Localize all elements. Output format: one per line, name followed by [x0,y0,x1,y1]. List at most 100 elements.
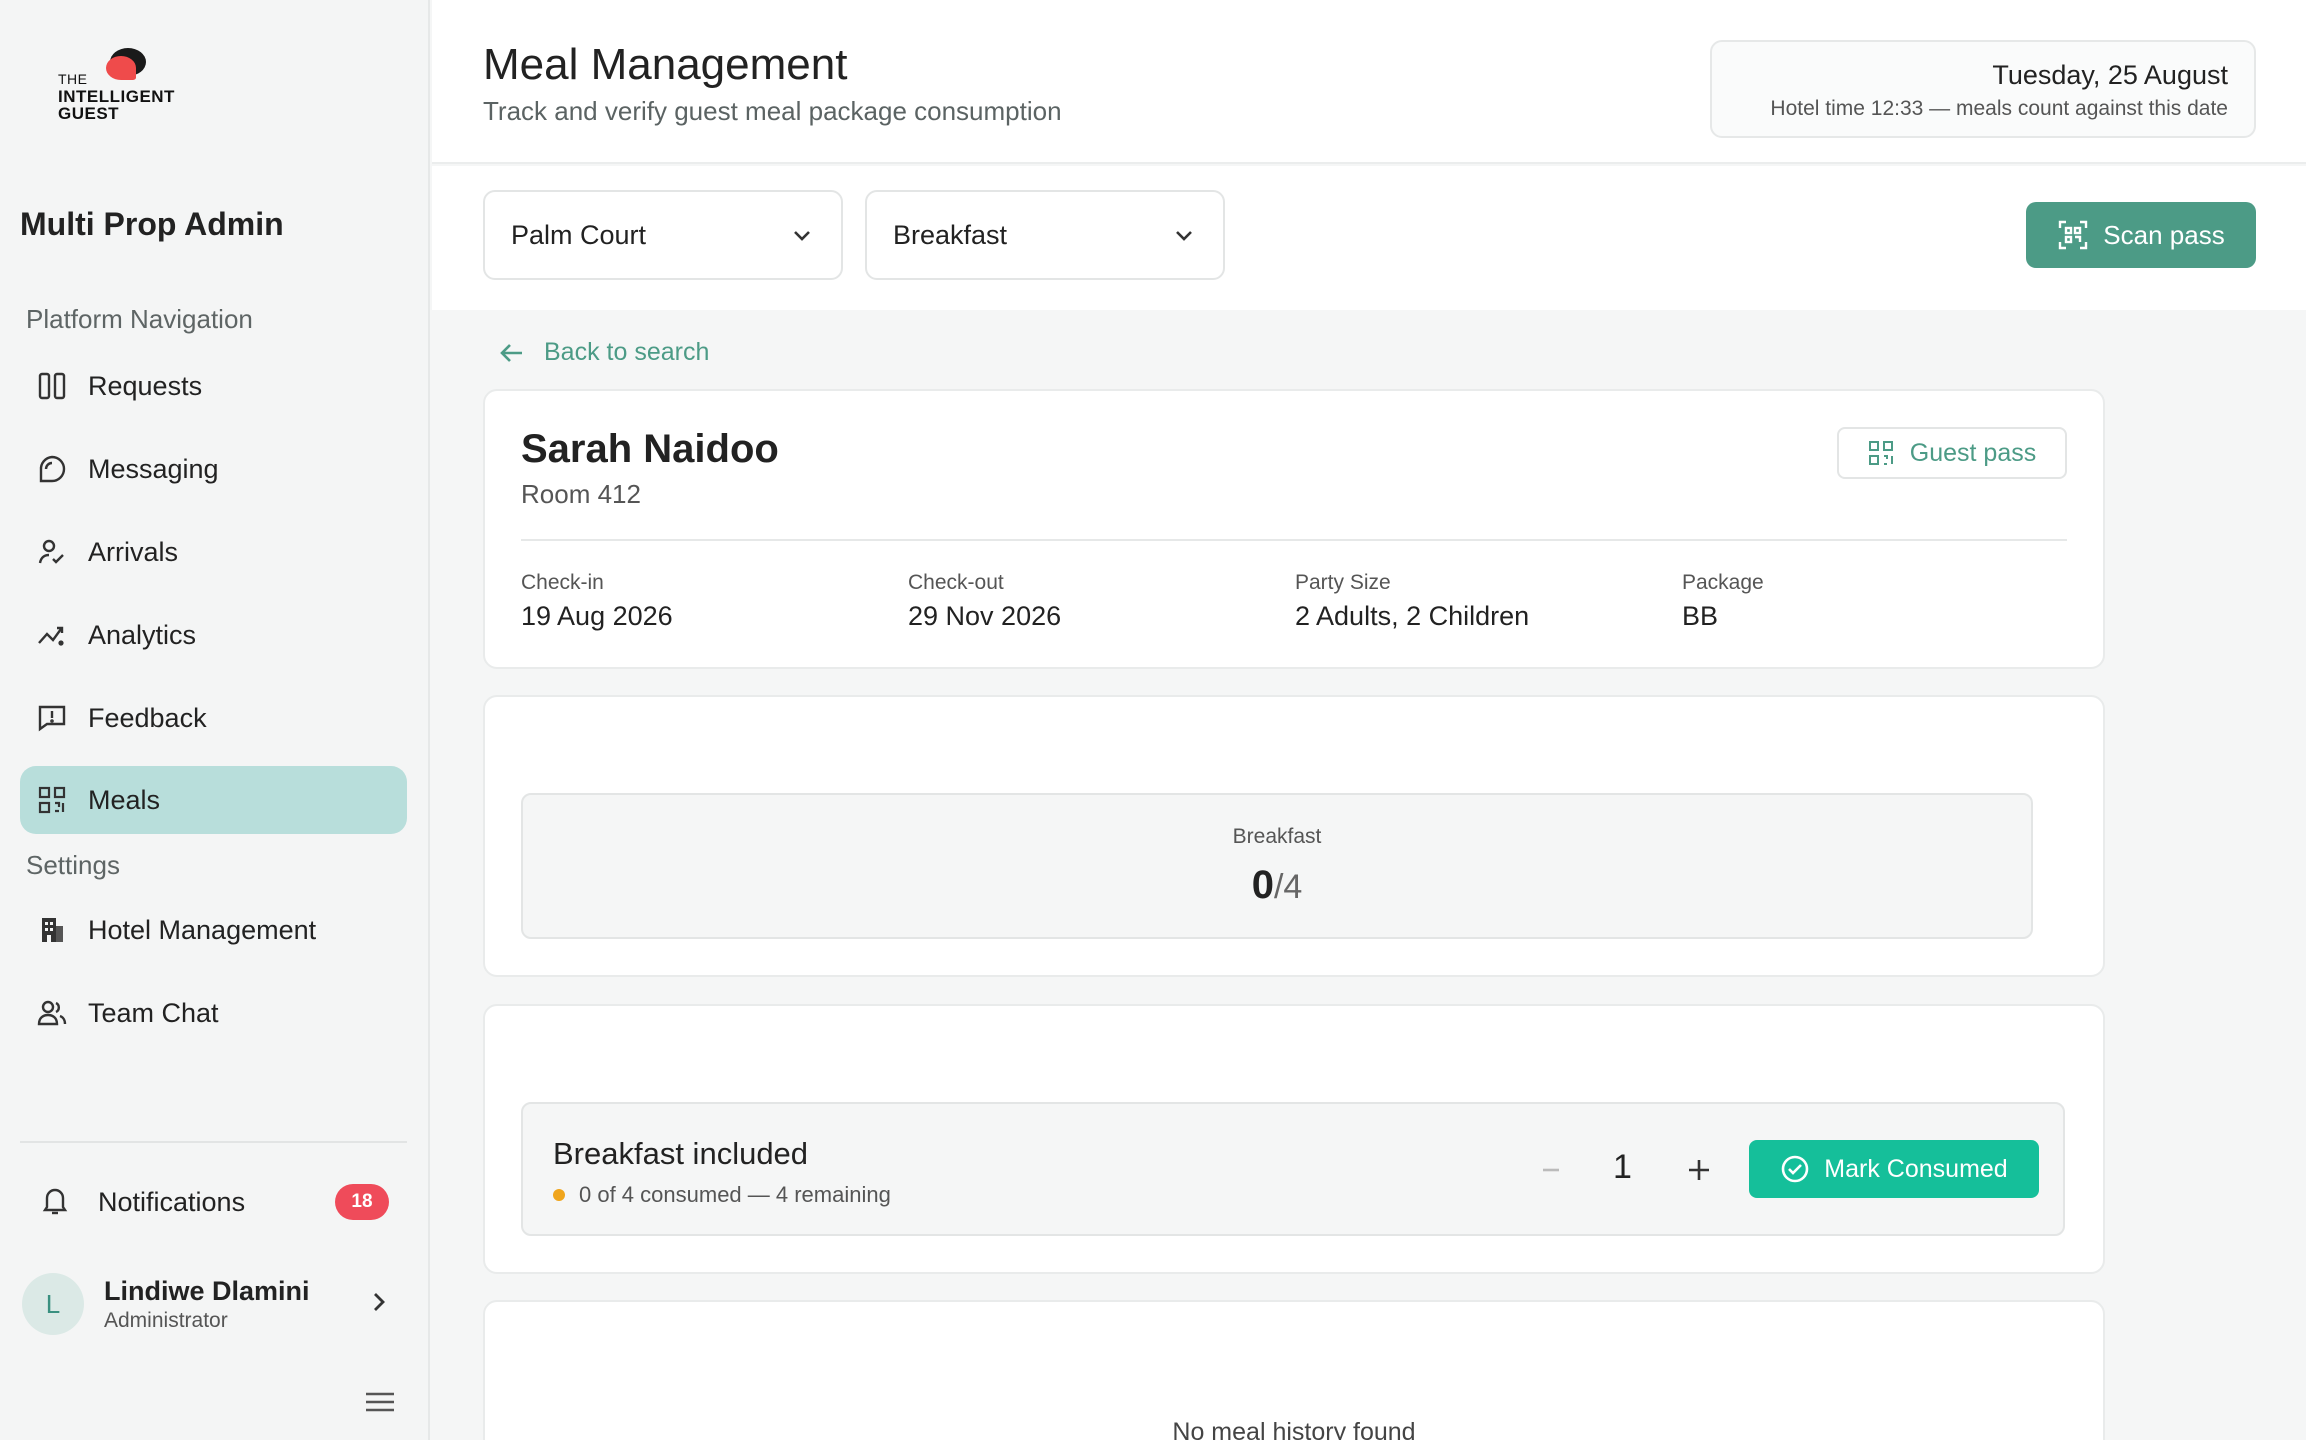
sidebar: THE INTELLIGENT GUEST Multi Prop Admin Pla… [0,0,430,1440]
sidebar-item-requests[interactable]: Requests [20,352,407,420]
guest-details-card: Sarah Naidoo Room 412 Guest pass Check-i… [483,389,2105,669]
notifications-count-badge: 18 [335,1184,389,1220]
party-size-label: Party Size [1295,571,1391,594]
sidebar-item-hotel-management[interactable]: Hotel Management [20,896,407,964]
checkout-label: Check-out [908,571,1004,594]
mark-consumed-button[interactable]: Mark Consumed [1749,1140,2039,1198]
party-size-value: 2 Adults, 2 Children [1295,601,1530,631]
avatar: L [22,1273,84,1335]
user-role: Administrator [104,1308,228,1332]
meal-entitlement-title: Breakfast included [553,1136,809,1171]
trend-line-icon [34,617,70,653]
package-info: Package BB [1682,571,1764,632]
checkout-info: Check-out 29 Nov 2026 [908,571,1061,632]
plus-icon [1689,1160,1709,1180]
sidebar-item-feedback[interactable]: Feedback [20,684,407,752]
hotel-time-note: Hotel time 12:33 — meals count against t… [1770,97,2228,120]
checkin-value: 19 Aug 2026 [521,601,673,631]
mark-consumed-label: Mark Consumed [1824,1154,2008,1183]
sidebar-item-label: Feedback [88,702,207,733]
stat-consumed: 0 [1251,863,1274,907]
stat-value: 0/4 [523,863,2031,908]
filter-bar: Palm Court Breakfast Scan pass [432,166,2306,310]
user-check-icon [34,534,70,570]
chat-bubble-icon [34,451,70,487]
card-divider [521,539,2067,541]
notifications-label: Notifications [98,1186,246,1217]
sidebar-item-label: Team Chat [88,997,219,1028]
empty-history-text: No meal history found [1172,1418,1416,1440]
checkin-info: Check-in 19 Aug 2026 [521,571,673,632]
checkin-label: Check-in [521,571,604,594]
sidebar-divider [20,1141,407,1143]
stat-total: /4 [1273,868,1303,906]
app-logo[interactable]: THE INTELLIGENT GUEST [58,48,198,124]
stat-label: Breakfast [1232,825,1322,848]
meal-entitlement-card: Breakfast included 0 of 4 consumed — 4 r… [483,1004,2105,1274]
package-label: Package [1682,571,1764,594]
qr-icon [34,782,70,818]
columns-icon [34,368,70,404]
org-title: Multi Prop Admin [20,206,284,242]
user-name: Lindiwe Dlamini [104,1275,310,1306]
page-header: Meal Management Track and verify guest m… [432,0,2306,164]
party-size-info: Party Size 2 Adults, 2 Children [1295,571,1529,632]
meal-history-card: No meal history found [483,1300,2105,1440]
meal-status-text: 0 of 4 consumed — 4 remaining [579,1182,891,1207]
guest-room: Room 412 [521,479,641,509]
sidebar-item-team-chat[interactable]: Team Chat [20,979,407,1047]
checkout-value: 29 Nov 2026 [908,601,1062,631]
guest-pass-button[interactable]: Guest pass [1837,427,2067,479]
section-label-settings: Settings [26,850,120,880]
hotel-date-box: Tuesday, 25 August Hotel time 12:33 — me… [1710,40,2256,138]
outlet-select[interactable]: Palm Court [483,190,843,280]
user-profile[interactable]: L Lindiwe Dlamini Administrator [22,1270,407,1338]
sidebar-item-meals[interactable]: Meals [20,766,407,834]
current-date: Tuesday, 25 August [1992,60,2228,90]
sidebar-item-notifications[interactable]: Notifications 18 [20,1170,407,1234]
back-to-search-link[interactable]: Back to search [498,338,709,367]
scan-pass-button[interactable]: Scan pass [2026,202,2256,268]
menu-icon[interactable] [364,1388,396,1421]
sidebar-item-label: Messaging [88,453,219,484]
increment-button[interactable] [1679,1150,1719,1190]
outlet-select-value: Palm Court [511,219,647,250]
meal-entitlement-row: Breakfast included 0 of 4 consumed — 4 r… [521,1102,2065,1236]
page-title: Meal Management [483,40,848,89]
scan-qr-icon [2059,220,2088,250]
page-subtitle: Track and verify guest meal package cons… [483,96,1062,126]
minus-icon [1543,1168,1559,1172]
meal-entitlement-status: 0 of 4 consumed — 4 remaining [553,1182,891,1208]
status-dot [553,1189,565,1201]
meal-select[interactable]: Breakfast [865,190,1225,280]
chevron-down-icon [789,222,815,255]
decrement-button[interactable] [1531,1150,1571,1190]
scan-pass-label: Scan pass [2103,219,2225,250]
section-label-platform: Platform Navigation [26,304,253,334]
sidebar-item-arrivals[interactable]: Arrivals [20,518,407,586]
breakfast-stat: Breakfast 0/4 [521,793,2033,939]
sidebar-item-label: Requests [88,370,203,401]
sidebar-item-analytics[interactable]: Analytics [20,601,407,669]
package-value: BB [1682,601,1719,631]
meal-select-value: Breakfast [893,219,1008,250]
guest-name: Sarah Naidoo [521,427,779,471]
users-icon [34,995,70,1031]
meal-summary-card: Breakfast 0/4 [483,695,2105,977]
feedback-icon [34,700,70,736]
logo-text: THE INTELLIGENT GUEST [58,71,175,123]
qr-icon [1868,441,1893,465]
chevron-down-icon [1171,222,1197,255]
building-icon [34,912,70,948]
arrow-left-icon [500,343,522,362]
chevron-right-icon [365,1288,393,1321]
back-to-search-label: Back to search [544,338,710,366]
check-circle-icon [1781,1155,1809,1183]
sidebar-item-label: Meals [88,784,161,815]
quantity-value: 1 [1613,1148,1632,1186]
sidebar-item-label: Arrivals [88,536,179,567]
sidebar-item-label: Analytics [88,619,197,650]
sidebar-item-label: Hotel Management [88,914,317,945]
bell-icon [38,1183,72,1222]
sidebar-item-messaging[interactable]: Messaging [20,435,407,503]
